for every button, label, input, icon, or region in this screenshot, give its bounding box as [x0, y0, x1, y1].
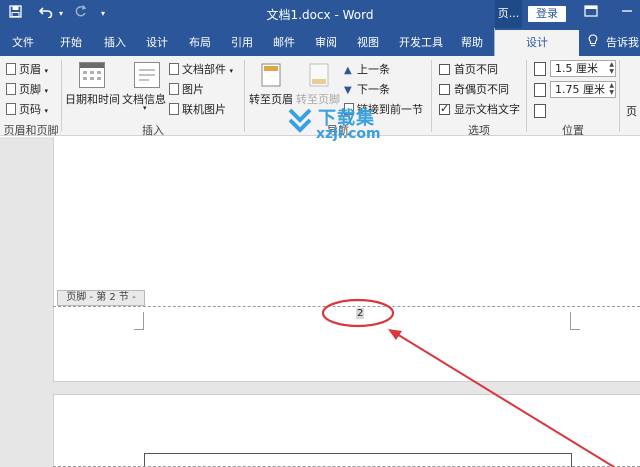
pointer-arrowhead	[388, 329, 402, 340]
highlight-ellipse	[321, 298, 395, 328]
pointer-arrow-line	[391, 330, 615, 467]
annotation-overlay	[321, 298, 615, 467]
